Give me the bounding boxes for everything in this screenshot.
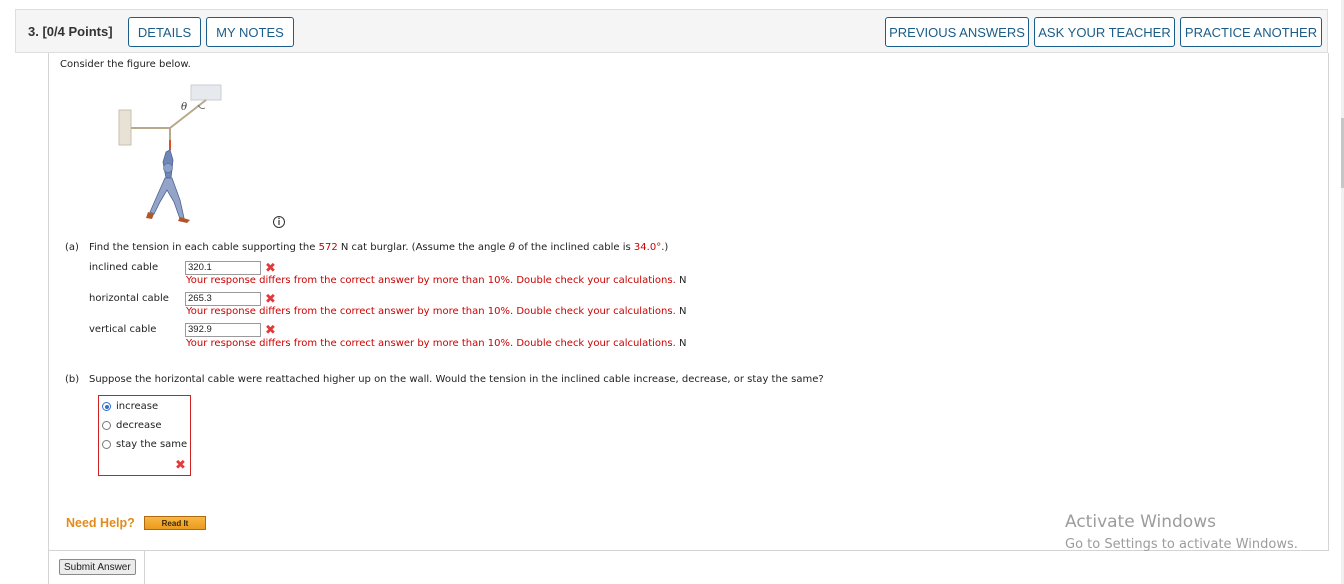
intro-text: Consider the figure below. <box>60 59 191 70</box>
details-button[interactable]: DETAILS <box>128 17 201 47</box>
option-increase-label: increase <box>116 401 159 412</box>
inclined-cable-label: inclined cable <box>89 262 159 273</box>
part-a-label: (a) <box>65 242 79 253</box>
vertical-cable-feedback: Your response differs from the correct a… <box>186 338 687 349</box>
theta-label: θ <box>181 102 187 113</box>
option-stay-the-same-label: stay the same <box>116 439 188 450</box>
incorrect-icon: ✖ <box>265 323 276 338</box>
part-a-prompt: Find the tension in each cable supportin… <box>89 242 669 253</box>
option-decrease-label: decrease <box>116 420 162 431</box>
radio-stay-the-same[interactable] <box>102 440 111 449</box>
radio-decrease[interactable] <box>102 421 111 430</box>
activate-windows-subtitle: Go to Settings to activate Windows. <box>1065 537 1298 552</box>
previous-answers-button[interactable]: PREVIOUS ANSWERS <box>885 17 1029 47</box>
submit-answer-button[interactable]: Submit Answer <box>59 559 136 575</box>
ceiling-block <box>190 84 222 101</box>
ask-your-teacher-button[interactable]: ASK YOUR TEACHER <box>1034 17 1175 47</box>
angle-value: 34.0° <box>633 242 662 253</box>
practice-another-button[interactable]: PRACTICE ANOTHER <box>1180 17 1322 47</box>
burglar-person <box>146 149 190 223</box>
horizontal-cable-feedback: Your response differs from the correct a… <box>186 306 687 317</box>
radio-increase[interactable] <box>102 402 111 411</box>
question-points-label: 3. [0/4 Points] <box>28 24 113 39</box>
incorrect-icon: ✖ <box>265 292 276 307</box>
need-help-label: Need Help? <box>66 516 135 530</box>
inclined-cable-feedback: Your response differs from the correct a… <box>186 275 687 286</box>
read-it-button[interactable]: Read It <box>144 516 206 530</box>
incorrect-icon: ✖ <box>175 458 186 473</box>
wall-block <box>118 109 132 146</box>
horizontal-cable-label: horizontal cable <box>89 293 169 304</box>
activate-windows-title: Activate Windows <box>1065 512 1216 532</box>
vertical-cable-label: vertical cable <box>89 324 157 335</box>
info-icon <box>273 216 285 228</box>
question-header: 3. [0/4 Points] DETAILS MY NOTES PREVIOU… <box>15 9 1328 53</box>
answer-choices: increase decrease stay the same ✖ <box>98 395 191 476</box>
vertical-cable-input[interactable]: 392.9 <box>185 323 261 337</box>
weight-value: 572 <box>318 242 338 253</box>
part-b-prompt: Suppose the horizontal cable were reatta… <box>89 374 824 385</box>
my-notes-button[interactable]: MY NOTES <box>206 17 294 47</box>
inclined-cable <box>169 99 207 129</box>
cat-burglar-figure: θ <box>118 84 285 228</box>
inclined-cable-input[interactable]: 320.1 <box>185 261 261 275</box>
incorrect-icon: ✖ <box>265 261 276 276</box>
part-b-label: (b) <box>65 374 80 385</box>
horizontal-cable-input[interactable]: 265.3 <box>185 292 261 306</box>
